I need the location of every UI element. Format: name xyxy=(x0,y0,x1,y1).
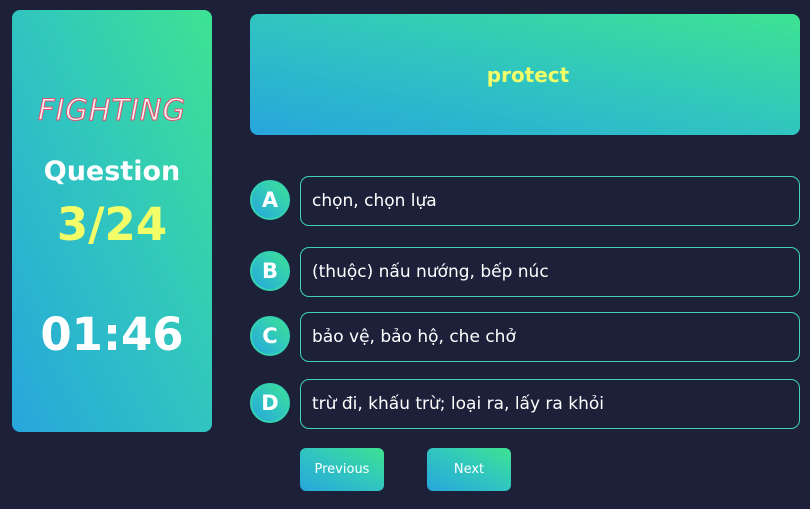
countdown-timer: 01:46 xyxy=(40,308,184,361)
motto-text: FIGHTING xyxy=(38,93,186,128)
option-letter-badge[interactable]: B xyxy=(250,251,290,291)
answer-option-b[interactable]: B (thuộc) nấu nướng, bếp núc xyxy=(250,247,800,297)
option-answer-box[interactable]: trừ đi, khấu trừ; loại ra, lấy ra khỏi xyxy=(300,379,800,429)
answer-option-d[interactable]: D trừ đi, khấu trừ; loại ra, lấy ra khỏi xyxy=(250,379,800,429)
answer-option-a[interactable]: A chọn, chọn lựa xyxy=(250,176,800,226)
answer-option-c[interactable]: C bảo vệ, bảo hộ, che chở xyxy=(250,312,800,362)
option-answer-box[interactable]: bảo vệ, bảo hộ, che chở xyxy=(300,312,800,362)
question-counter: 3/24 xyxy=(56,198,168,251)
next-button[interactable]: Next xyxy=(427,448,511,491)
option-answer-box[interactable]: chọn, chọn lựa xyxy=(300,176,800,226)
quiz-status-panel: FIGHTING Question 3/24 01:46 xyxy=(12,10,212,432)
option-letter-badge[interactable]: C xyxy=(250,316,290,356)
question-word: protect xyxy=(486,63,570,87)
previous-button[interactable]: Previous xyxy=(300,448,384,491)
option-letter-badge[interactable]: A xyxy=(250,180,290,220)
question-label: Question xyxy=(43,156,181,187)
option-letter-badge[interactable]: D xyxy=(250,383,290,423)
option-answer-box[interactable]: (thuộc) nấu nướng, bếp núc xyxy=(300,247,800,297)
question-word-card: protect xyxy=(250,14,800,135)
